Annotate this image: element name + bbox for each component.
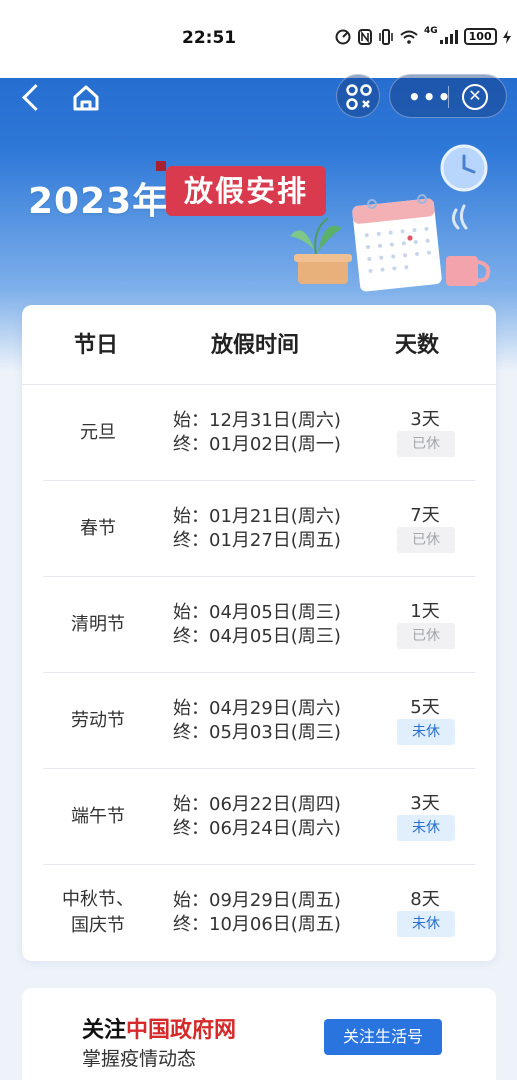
status-time: 22:51	[182, 28, 237, 48]
period-start: 始：12月31日(周六)	[173, 410, 341, 431]
close-circle-icon[interactable]: ✕	[462, 84, 488, 110]
period-end: 终：01月27日(周五)	[173, 530, 341, 551]
follow-subtitle: 掌握疫情动态	[82, 1048, 197, 1070]
charging-icon	[502, 29, 511, 44]
home-icon[interactable]	[70, 82, 102, 114]
table-header: 节日 放假时间 天数	[22, 305, 496, 385]
status-badge: 已休	[397, 623, 455, 649]
mug-icon	[446, 204, 491, 286]
column-header-period: 放假时间	[211, 333, 300, 358]
holiday-name: 春节	[80, 518, 116, 539]
period-end: 终：05月03日(周三)	[173, 722, 341, 743]
scan-code-icon	[346, 84, 372, 110]
follow-title-prefix: 关注	[82, 1018, 127, 1043]
plant-icon	[290, 217, 352, 284]
holiday-name: 端午节	[71, 806, 125, 827]
period-start: 始：09月29日(周五)	[173, 890, 341, 911]
holiday-period: 始：04月29日(周六) 终：05月03日(周三)	[173, 697, 341, 745]
clock-icon	[440, 144, 488, 192]
battery-level: 100	[468, 30, 492, 43]
period-start: 始：04月05日(周三)	[173, 602, 341, 623]
wifi-icon	[400, 30, 418, 44]
miniapp-capsule: ••• ✕	[389, 74, 507, 118]
more-button[interactable]: •••	[408, 85, 452, 109]
network-type: 4G	[424, 25, 438, 36]
holiday-period: 始：01月21日(周六) 终：01月27日(周五)	[173, 505, 341, 553]
holiday-days: 1天	[410, 601, 440, 622]
holiday-period: 始：12月31日(周六) 终：01月02日(周一)	[173, 409, 341, 457]
calendar-icon	[352, 194, 442, 292]
capsule-divider	[448, 86, 449, 108]
calendar-illustration	[290, 144, 491, 292]
period-start: 始：01月21日(周六)	[173, 506, 341, 527]
battery-icon: 100	[463, 28, 497, 45]
holiday-name: 中秋节、 国庆节	[62, 889, 134, 936]
period-end: 终：04月05日(周三)	[173, 626, 341, 647]
status-badge: 未休	[397, 815, 455, 841]
period-start: 始：04月29日(周六)	[173, 698, 341, 719]
holiday-name: 元旦	[80, 422, 116, 443]
holiday-days: 7天	[410, 505, 440, 526]
table-row: 中秋节、 国庆节 始：09月29日(周五) 终：10月06日(周五) 8天 未休	[43, 865, 475, 961]
status-badge: 未休	[397, 911, 455, 937]
holiday-name: 劳动节	[71, 710, 125, 731]
hd-call-icon	[335, 29, 351, 44]
column-header-holiday: 节日	[74, 333, 119, 358]
status-icons: 4G 100	[334, 25, 511, 45]
signal-icon	[439, 29, 458, 44]
table-row: 元旦 始：12月31日(周六) 终：01月02日(周一) 3天 已休	[43, 385, 475, 481]
follow-card: 关注中国政府网 掌握疫情动态 关注生活号	[22, 988, 496, 1080]
scan-code-button[interactable]	[336, 74, 380, 118]
status-badge: 未休	[397, 719, 455, 745]
table-row: 清明节 始：04月05日(周三) 终：04月05日(周三) 1天 已休	[43, 577, 475, 673]
vibrate-icon	[379, 28, 393, 45]
holiday-name: 清明节	[71, 614, 125, 635]
period-end: 终：06月24日(周六)	[173, 818, 341, 839]
status-badge: 已休	[397, 431, 455, 457]
holiday-days: 8天	[410, 889, 440, 910]
holiday-period: 始：06月22日(周四) 终：06月24日(周六)	[173, 793, 341, 841]
follow-account-button[interactable]: 关注生活号	[324, 1019, 442, 1055]
holiday-days: 3天	[410, 793, 440, 814]
table-row: 端午节 始：06月22日(周四) 终：06月24日(周六) 3天 未休	[43, 769, 475, 865]
back-arrow-icon[interactable]	[18, 80, 48, 116]
status-badge: 已休	[397, 527, 455, 553]
status-bar: 22:51 4G 100	[0, 0, 517, 78]
holiday-period: 始：04月05日(周三) 终：04月05日(周三)	[173, 601, 341, 649]
period-end: 终：10月06日(周五)	[173, 914, 341, 935]
table-row: 春节 始：01月21日(周六) 终：01月27日(周五) 7天 已休	[43, 481, 475, 577]
table-row: 劳动节 始：04月29日(周六) 终：05月03日(周三) 5天 未休	[43, 673, 475, 769]
follow-title-highlight: 中国政府网	[126, 1018, 237, 1043]
holiday-table-card: 节日 放假时间 天数 元旦 始：12月31日(周六) 终：01月02日(周一) …	[22, 305, 496, 961]
period-start: 始：06月22日(周四)	[173, 794, 341, 815]
holiday-period: 始：09月29日(周五) 终：10月06日(周五)	[173, 889, 341, 937]
holiday-days: 3天	[410, 409, 440, 430]
column-header-days: 天数	[395, 333, 440, 358]
banner-year: 2023年	[28, 181, 170, 222]
follow-title: 关注中国政府网	[82, 1012, 236, 1044]
nfc-icon	[358, 28, 372, 45]
period-end: 终：01月02日(周一)	[173, 434, 341, 455]
holiday-days: 5天	[410, 697, 440, 718]
